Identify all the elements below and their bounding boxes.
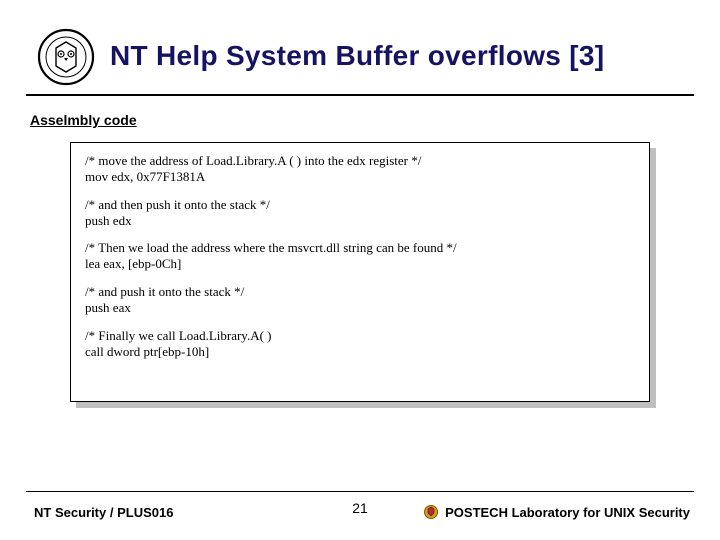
code-instruction: push edx [85, 213, 635, 229]
code-instruction: mov edx, 0x77F1381A [85, 169, 635, 185]
assembly-code: /* move the address of Load.Library.A ( … [85, 153, 635, 360]
code-instruction: lea eax, [ebp-0Ch] [85, 256, 635, 272]
code-comment: /* and then push it onto the stack */ [85, 197, 635, 213]
code-comment: /* Then we load the address where the ms… [85, 240, 635, 256]
code-instruction: call dword ptr[ebp-10h] [85, 344, 635, 360]
code-comment: /* move the address of Load.Library.A ( … [85, 153, 635, 169]
footer-right-text: POSTECH Laboratory for UNIX Security [445, 505, 690, 520]
shield-emblem-icon [423, 504, 439, 520]
code-box: /* move the address of Load.Library.A ( … [70, 142, 650, 402]
owl-logo [36, 28, 96, 86]
slide-title: NT Help System Buffer overflows [3] [110, 40, 690, 72]
code-instruction: push eax [85, 300, 635, 316]
slide: NT Help System Buffer overflows [3] Asse… [0, 0, 720, 540]
code-comment: /* Finally we call Load.Library.A( ) [85, 328, 635, 344]
code-comment: /* and push it onto the stack */ [85, 284, 635, 300]
section-header: Asselmbly code [30, 112, 137, 128]
footer-right: POSTECH Laboratory for UNIX Security [423, 504, 690, 520]
title-underline [26, 94, 694, 96]
footer-divider [26, 491, 694, 492]
